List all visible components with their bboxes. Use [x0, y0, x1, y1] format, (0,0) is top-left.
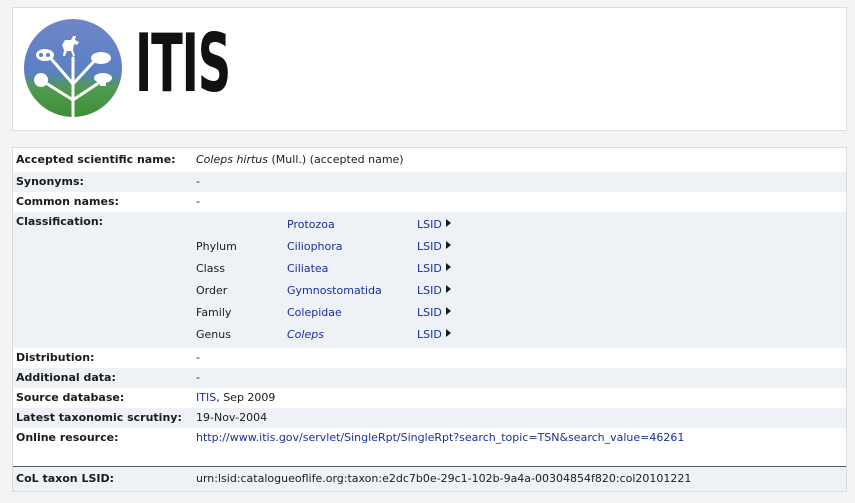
distribution-label: Distribution: — [16, 351, 95, 364]
classification-row: Classification: Protozoa LSID Phylum Cil… — [13, 212, 846, 348]
classification-taxon-link[interactable]: Gymnostomatida — [287, 284, 382, 297]
common-names-row: Common names: - — [13, 192, 846, 212]
synonyms-value: - — [196, 175, 200, 188]
lsid-link[interactable]: LSID — [417, 284, 451, 297]
latest-scrutiny-value: 19-Nov-2004 — [196, 411, 268, 424]
distribution-row: Distribution: - — [13, 348, 846, 368]
latest-scrutiny-label: Latest taxonomic scrutiny: — [16, 411, 182, 424]
lsid-arrow-icon — [445, 241, 451, 249]
classification-item: Family Colepidae LSID — [13, 304, 846, 324]
accepted-name-value: Coleps hirtus (Mull.) (accepted name) — [196, 153, 404, 166]
col-lsid-label: CoL taxon LSID: — [16, 472, 115, 485]
classification-rank: Family — [196, 306, 232, 319]
classification-item: Protozoa LSID — [13, 216, 846, 236]
itis-logo-text[interactable]: ITIS — [135, 20, 231, 108]
source-database-row: Source database: ITIS, Sep 2009 — [13, 388, 846, 408]
lsid-arrow-icon — [445, 285, 451, 293]
lsid-link-label: LSID — [417, 328, 442, 341]
online-resource-row: Online resource: http://www.itis.gov/ser… — [13, 428, 846, 466]
classification-taxon-link[interactable]: Colepidae — [287, 306, 342, 319]
online-resource-label: Online resource: — [16, 431, 119, 444]
latest-scrutiny-row: Latest taxonomic scrutiny: 19-Nov-2004 — [13, 408, 846, 428]
online-resource-link[interactable]: http://www.itis.gov/servlet/SingleRpt/Si… — [196, 431, 684, 444]
lsid-link[interactable]: LSID — [417, 306, 451, 319]
distribution-value: - — [196, 351, 200, 364]
lsid-link-label: LSID — [417, 218, 442, 231]
lsid-arrow-icon — [445, 219, 451, 227]
accepted-name-row: Accepted scientific name: Coleps hirtus … — [13, 148, 846, 172]
source-database-label: Source database: — [16, 391, 125, 404]
classification-rank: Phylum — [196, 240, 237, 253]
lsid-link[interactable]: LSID — [417, 218, 451, 231]
col-lsid-value: urn:lsid:catalogueoflife.org:taxon:e2dc7… — [196, 472, 692, 485]
header-banner: ITIS — [12, 7, 847, 131]
taxon-details-panel: Accepted scientific name: Coleps hirtus … — [12, 147, 847, 492]
itis-logo-icon[interactable] — [23, 18, 123, 118]
lsid-link-label: LSID — [417, 284, 442, 297]
accepted-name-author: (Mull.) (accepted name) — [268, 153, 404, 166]
lsid-arrow-icon — [445, 263, 451, 271]
lsid-link-label: LSID — [417, 306, 442, 319]
classification-taxon-link[interactable]: Protozoa — [287, 218, 335, 231]
classification-rank: Genus — [196, 328, 231, 341]
lsid-arrow-icon — [445, 329, 451, 337]
col-lsid-row: CoL taxon LSID: urn:lsid:catalogueoflife… — [13, 467, 846, 491]
classification-item: Order Gymnostomatida LSID — [13, 282, 846, 302]
accepted-name-label: Accepted scientific name: — [16, 153, 176, 166]
source-database-date: , Sep 2009 — [216, 391, 276, 404]
lsid-link[interactable]: LSID — [417, 262, 451, 275]
synonyms-row: Synonyms: - — [13, 172, 846, 192]
accepted-name-italic: Coleps hirtus — [196, 153, 269, 166]
source-database-link[interactable]: ITIS — [196, 391, 216, 404]
common-names-value: - — [196, 195, 200, 208]
classification-rank: Class — [196, 262, 225, 275]
classification-taxon-link[interactable]: Ciliatea — [287, 262, 328, 275]
classification-item: Class Ciliatea LSID — [13, 260, 846, 280]
lsid-arrow-icon — [445, 307, 451, 315]
additional-data-row: Additional data: - — [13, 368, 846, 388]
lsid-link-label: LSID — [417, 240, 442, 253]
additional-data-value: - — [196, 371, 200, 384]
classification-item: Phylum Ciliophora LSID — [13, 238, 846, 258]
classification-taxon-link[interactable]: Coleps — [287, 328, 324, 341]
additional-data-label: Additional data: — [16, 371, 116, 384]
source-database-value: ITIS, Sep 2009 — [196, 391, 275, 404]
classification-taxon-link[interactable]: Ciliophora — [287, 240, 343, 253]
lsid-link[interactable]: LSID — [417, 240, 451, 253]
common-names-label: Common names: — [16, 195, 119, 208]
synonyms-label: Synonyms: — [16, 175, 84, 188]
classification-item: Genus Coleps LSID — [13, 326, 846, 346]
lsid-link[interactable]: LSID — [417, 328, 451, 341]
classification-rank: Order — [196, 284, 228, 297]
lsid-link-label: LSID — [417, 262, 442, 275]
